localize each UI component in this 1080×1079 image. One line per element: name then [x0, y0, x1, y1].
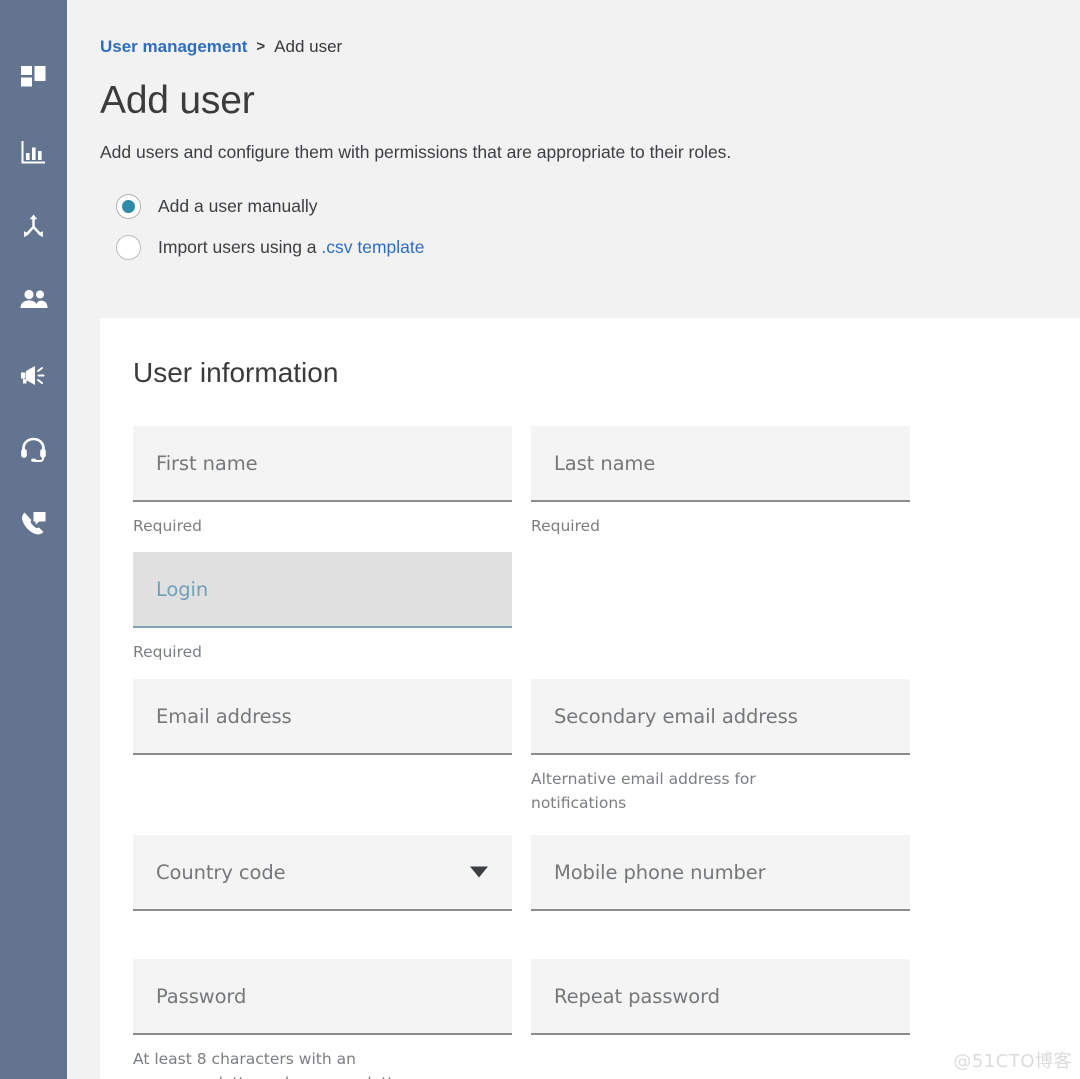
card-title: User information — [133, 357, 339, 388]
megaphone-icon — [19, 362, 49, 388]
radio-option-add-manually[interactable]: Add a user manually — [100, 186, 1080, 227]
routing-flow-icon — [20, 214, 47, 241]
field-group-repeat-password: Repeat password — [531, 959, 910, 1079]
user-information-card: User information First name Required Las… — [100, 318, 1080, 1079]
radio-dot-icon — [122, 200, 135, 213]
sidebar-item-support[interactable] — [0, 412, 67, 486]
last-name-helper: Required — [531, 517, 600, 535]
bar-chart-icon — [21, 140, 47, 166]
phone-message-icon — [20, 510, 47, 537]
main-content: User management > Add user Add user Add … — [67, 0, 1080, 1079]
radio-label-import-text: Import users using a — [158, 237, 322, 257]
breadcrumb-link-user-management[interactable]: User management — [100, 36, 247, 58]
radio-indicator-selected[interactable] — [116, 194, 141, 219]
mobile-phone-input[interactable]: Mobile phone number — [531, 835, 910, 911]
country-code-label: Country code — [156, 860, 286, 884]
page-title: Add user — [100, 79, 255, 122]
repeat-password-input[interactable]: Repeat password — [531, 959, 910, 1035]
breadcrumb: User management > Add user — [100, 36, 1080, 58]
watermark: @51CTO博客 — [953, 1051, 1072, 1072]
sidebar-item-metrics[interactable] — [0, 116, 67, 190]
field-group-last-name: Last name Required — [531, 426, 910, 538]
field-group-mobile-phone: Mobile phone number — [531, 835, 910, 923]
secondary-email-label: Secondary email address — [554, 704, 798, 728]
password-input[interactable]: Password — [133, 959, 512, 1035]
field-group-country-code: Country code — [133, 835, 512, 923]
chevron-down-icon[interactable] — [470, 866, 488, 878]
sidebar-item-dashboard[interactable] — [0, 42, 67, 116]
first-name-label: First name — [156, 451, 258, 475]
breadcrumb-separator-icon: > — [256, 38, 266, 55]
login-helper: Required — [133, 643, 202, 661]
breadcrumb-current: Add user — [274, 37, 343, 56]
country-code-select[interactable]: Country code — [133, 835, 512, 911]
last-name-label: Last name — [554, 451, 656, 475]
field-group-password: Password At least 8 characters with an u… — [133, 959, 512, 1079]
sidebar-item-users[interactable] — [0, 264, 67, 338]
user-information-form: First name Required Last name Required L… — [133, 426, 1080, 1079]
sidebar-nav — [0, 0, 67, 1079]
secondary-email-input[interactable]: Secondary email address — [531, 679, 910, 755]
page-header: User management > Add user Add user Add … — [67, 0, 1080, 268]
secondary-email-helper: Alternative email address for notificati… — [531, 770, 756, 812]
field-group-first-name: First name Required — [133, 426, 512, 538]
field-group-secondary-email: Secondary email address Alternative emai… — [531, 679, 910, 815]
password-label: Password — [156, 984, 247, 1008]
sidebar-item-channels[interactable] — [0, 486, 67, 560]
last-name-input[interactable]: Last name — [531, 426, 910, 502]
repeat-password-label: Repeat password — [554, 984, 720, 1008]
first-name-helper: Required — [133, 517, 202, 535]
page-description: Add users and configure them with permis… — [100, 142, 732, 162]
field-group-email: Email address — [133, 679, 512, 815]
users-icon — [19, 289, 49, 313]
radio-label-import-csv: Import users using a .csv template — [158, 237, 425, 258]
sidebar-item-campaigns[interactable] — [0, 338, 67, 412]
mobile-phone-label: Mobile phone number — [554, 860, 766, 884]
radio-indicator-unselected[interactable] — [116, 235, 141, 260]
page-root: User management > Add user Add user Add … — [0, 0, 1080, 1079]
headset-icon — [20, 436, 47, 463]
first-name-input[interactable]: First name — [133, 426, 512, 502]
email-address-label: Email address — [156, 704, 292, 728]
password-helper: At least 8 characters with an uppercase … — [133, 1050, 414, 1079]
sidebar-item-routing[interactable] — [0, 190, 67, 264]
login-label: Login — [156, 577, 209, 601]
add-mode-radio-group: Add a user manually Import users using a… — [100, 186, 1080, 268]
email-address-input[interactable]: Email address — [133, 679, 512, 755]
csv-template-link[interactable]: .csv template — [321, 237, 424, 257]
login-input[interactable]: Login — [133, 552, 512, 628]
radio-label-add-manually: Add a user manually — [158, 196, 318, 216]
field-group-login: Login Required — [133, 552, 512, 664]
dashboard-grid-icon — [20, 66, 47, 92]
radio-option-import-csv[interactable]: Import users using a .csv template — [100, 227, 1080, 268]
